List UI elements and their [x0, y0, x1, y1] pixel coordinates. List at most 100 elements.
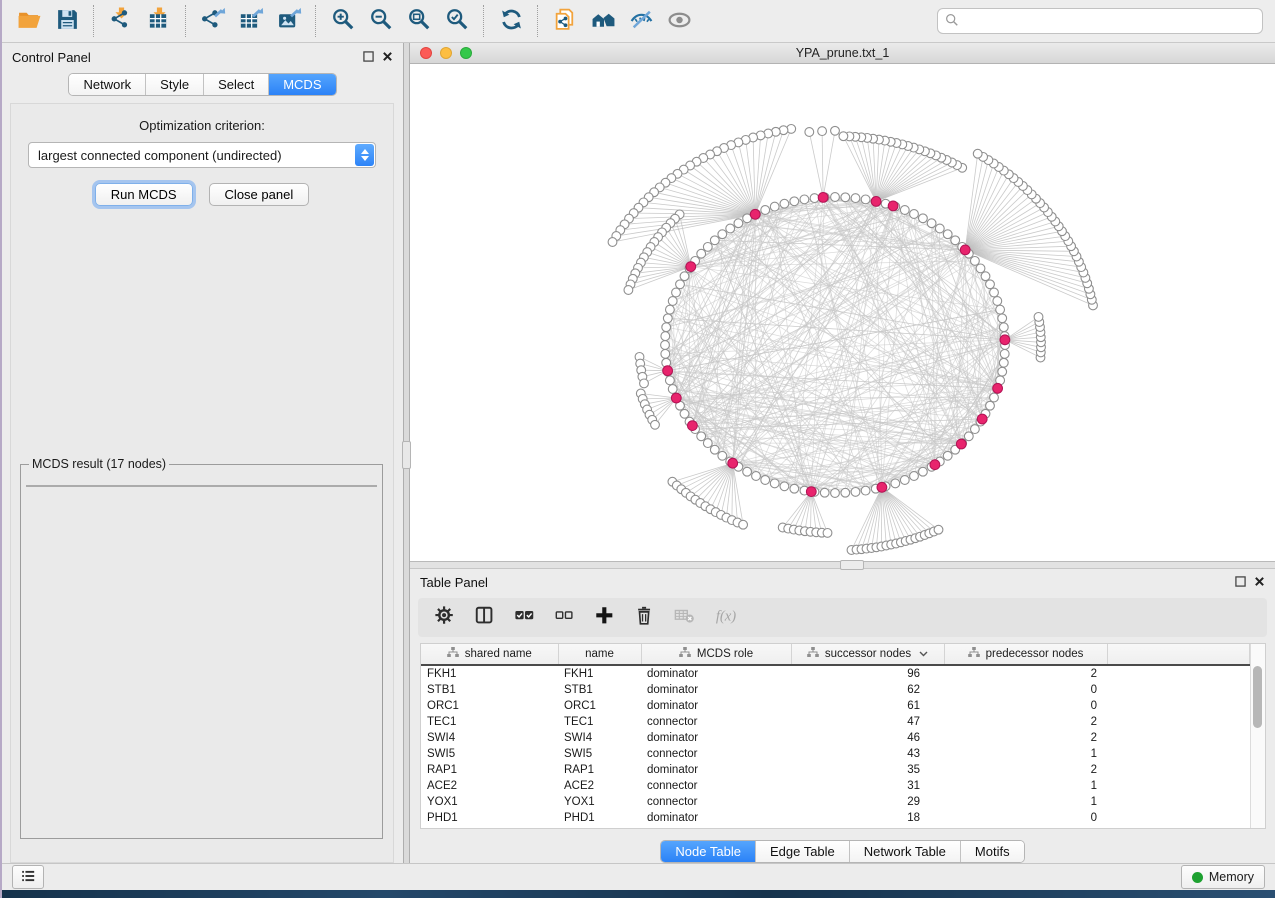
add-column-button[interactable]	[590, 603, 620, 633]
tab-network-table[interactable]: Network Table	[850, 841, 961, 862]
export-image-button[interactable]	[270, 4, 308, 38]
zoom-in-button[interactable]	[324, 4, 362, 38]
table-row[interactable]: FKH1FKH1dominator962	[421, 665, 1250, 682]
cell-name[interactable]: SWI5	[558, 746, 641, 762]
zoom-out-button[interactable]	[362, 4, 400, 38]
refresh-button[interactable]	[492, 4, 530, 38]
zoom-fit-button[interactable]	[400, 4, 438, 38]
tab-select[interactable]: Select	[204, 74, 269, 95]
tab-mcds[interactable]: MCDS	[269, 74, 335, 95]
cell-shared-name[interactable]: SWI4	[421, 730, 558, 746]
open-button[interactable]	[10, 4, 48, 38]
cell-name[interactable]: TEC1	[558, 714, 641, 730]
cell-predecessor-nodes[interactable]: 2	[944, 665, 1107, 682]
tab-network[interactable]: Network	[69, 74, 146, 95]
network-canvas[interactable]	[410, 64, 1275, 561]
cell-shared-name[interactable]: STB1	[421, 682, 558, 698]
float-panel-icon[interactable]	[1235, 575, 1246, 590]
cell-successor-nodes[interactable]: 35	[791, 762, 944, 778]
cell-MCDS-role[interactable]: connector	[641, 794, 791, 810]
cell-successor-nodes[interactable]: 29	[791, 794, 944, 810]
cell-name[interactable]: YOX1	[558, 794, 641, 810]
cell-name[interactable]: ORC1	[558, 698, 641, 714]
cell-successor-nodes[interactable]: 43	[791, 746, 944, 762]
show-all-button[interactable]	[660, 4, 698, 38]
cell-predecessor-nodes[interactable]: 1	[944, 746, 1107, 762]
table-row[interactable]: PHD1PHD1dominator180	[421, 810, 1250, 826]
import-network-button[interactable]	[102, 4, 140, 38]
table-row[interactable]: SWI5SWI5connector431	[421, 746, 1250, 762]
table-row[interactable]: YOX1YOX1connector291	[421, 794, 1250, 810]
memory-button[interactable]: Memory	[1181, 865, 1265, 889]
close-panel-icon[interactable]	[382, 50, 393, 65]
table-row[interactable]: TEC1TEC1connector472	[421, 714, 1250, 730]
show-checked-columns-button[interactable]	[510, 603, 540, 633]
export-network-button[interactable]	[194, 4, 232, 38]
cell-shared-name[interactable]: TEC1	[421, 714, 558, 730]
hide-checked-columns-button[interactable]	[550, 603, 580, 633]
cell-MCDS-role[interactable]: dominator	[641, 682, 791, 698]
column-header-shared-name[interactable]: shared name	[421, 644, 558, 665]
split-panel-button[interactable]	[470, 603, 500, 633]
column-header-successor-nodes[interactable]: successor nodes	[791, 644, 944, 665]
table-scrollbar[interactable]	[1250, 644, 1265, 828]
tab-edge-table[interactable]: Edge Table	[756, 841, 850, 862]
cell-predecessor-nodes[interactable]: 0	[944, 810, 1107, 826]
table-row[interactable]: STB1STB1dominator620	[421, 682, 1250, 698]
criterion-select[interactable]: largest connected component (undirected)	[28, 142, 376, 168]
cell-shared-name[interactable]: SWI5	[421, 746, 558, 762]
cell-shared-name[interactable]: ACE2	[421, 778, 558, 794]
import-table-button[interactable]	[140, 4, 178, 38]
delete-column-button[interactable]	[630, 603, 660, 633]
cell-MCDS-role[interactable]: connector	[641, 778, 791, 794]
zoom-selected-button[interactable]	[438, 4, 476, 38]
scrollbar-thumb[interactable]	[1253, 666, 1262, 728]
horizontal-splitter[interactable]	[410, 561, 1275, 569]
tab-motifs[interactable]: Motifs	[961, 841, 1024, 862]
network-file-button[interactable]	[546, 4, 584, 38]
cell-predecessor-nodes[interactable]: 1	[944, 794, 1107, 810]
cell-successor-nodes[interactable]: 31	[791, 778, 944, 794]
cell-shared-name[interactable]: RAP1	[421, 762, 558, 778]
cell-predecessor-nodes[interactable]: 0	[944, 682, 1107, 698]
save-button[interactable]	[48, 4, 86, 38]
export-table-button[interactable]	[232, 4, 270, 38]
cell-successor-nodes[interactable]: 47	[791, 714, 944, 730]
run-mcds-button[interactable]: Run MCDS	[95, 183, 193, 206]
cell-successor-nodes[interactable]: 18	[791, 810, 944, 826]
cell-name[interactable]: RAP1	[558, 762, 641, 778]
column-settings-button[interactable]	[430, 603, 460, 633]
splitter-grip[interactable]	[840, 560, 864, 570]
cell-name[interactable]: ACE2	[558, 778, 641, 794]
cell-MCDS-role[interactable]: dominator	[641, 762, 791, 778]
table-row[interactable]: SWI4SWI4dominator462	[421, 730, 1250, 746]
hide-selected-button[interactable]	[622, 4, 660, 38]
tab-style[interactable]: Style	[146, 74, 204, 95]
table-row[interactable]: ACE2ACE2connector311	[421, 778, 1250, 794]
cell-MCDS-role[interactable]: dominator	[641, 698, 791, 714]
cell-predecessor-nodes[interactable]: 2	[944, 762, 1107, 778]
table-row[interactable]: RAP1RAP1dominator352	[421, 762, 1250, 778]
column-header-name[interactable]: name	[558, 644, 641, 665]
cell-name[interactable]: STB1	[558, 682, 641, 698]
first-neighbors-button[interactable]	[584, 4, 622, 38]
close-panel-button[interactable]: Close panel	[209, 183, 310, 206]
cell-name[interactable]: FKH1	[558, 665, 641, 682]
cell-successor-nodes[interactable]: 61	[791, 698, 944, 714]
column-header-predecessor-nodes[interactable]: predecessor nodes	[944, 644, 1107, 665]
cell-predecessor-nodes[interactable]: 2	[944, 730, 1107, 746]
column-header-MCDS-role[interactable]: MCDS role	[641, 644, 791, 665]
vertical-splitter[interactable]	[403, 43, 410, 863]
tab-node-table[interactable]: Node Table	[661, 841, 756, 862]
cell-predecessor-nodes[interactable]: 1	[944, 778, 1107, 794]
cell-shared-name[interactable]: FKH1	[421, 665, 558, 682]
splitter-grip[interactable]	[402, 441, 411, 469]
cell-successor-nodes[interactable]: 96	[791, 665, 944, 682]
cell-shared-name[interactable]: PHD1	[421, 810, 558, 826]
close-panel-icon[interactable]	[1254, 575, 1265, 590]
cell-MCDS-role[interactable]: connector	[641, 746, 791, 762]
cell-MCDS-role[interactable]: dominator	[641, 730, 791, 746]
cell-MCDS-role[interactable]: dominator	[641, 810, 791, 826]
cell-predecessor-nodes[interactable]: 0	[944, 698, 1107, 714]
column-menu-icon[interactable]	[919, 648, 928, 660]
